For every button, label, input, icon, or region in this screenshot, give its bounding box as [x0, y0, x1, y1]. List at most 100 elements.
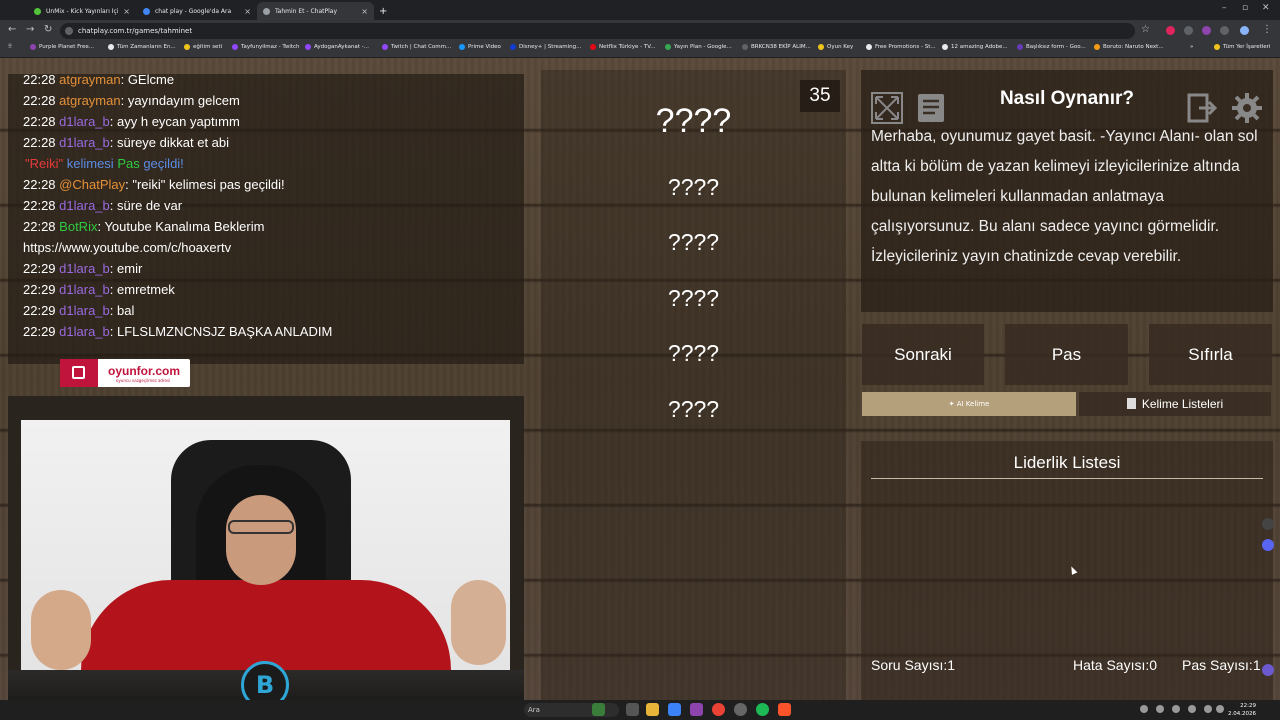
bookmark-item[interactable]: Free Promotions - St... — [866, 44, 936, 50]
chat-message: 22:29 d1lara_b: bal — [23, 303, 135, 318]
pass-count: Pas Sayısı:1 — [1182, 657, 1261, 673]
more-bookmarks-icon[interactable]: » — [1190, 44, 1193, 50]
close-tab-icon[interactable]: × — [123, 7, 130, 16]
brave-icon[interactable] — [778, 703, 791, 716]
tray-icon[interactable] — [1156, 705, 1164, 713]
chat-username: d1lara_b — [59, 114, 110, 129]
tab-title: UnMix - Kick Yayınları İçin Kelim — [46, 7, 119, 15]
tab-title: chat play - Google'da Ara — [155, 7, 232, 15]
spotify-icon[interactable] — [756, 703, 769, 716]
word-lists-button[interactable]: Kelime Listeleri — [1079, 392, 1271, 416]
address-bar[interactable]: chatplay.com.tr/games/tahminet — [60, 23, 1135, 39]
minimize-icon[interactable]: – — [1222, 3, 1227, 13]
bookmark-item[interactable]: Boruto: Naruto Next... — [1094, 44, 1164, 50]
bookmark-item[interactable]: Tayfunyilmaz - Twitch — [232, 44, 300, 50]
bookmark-item[interactable]: Tüm Zamanların En... — [108, 44, 176, 50]
streamer-hand — [451, 580, 506, 665]
bookmark-item[interactable]: eğitim seti — [184, 44, 222, 50]
chat-username: d1lara_b — [59, 282, 110, 297]
pass-button[interactable]: Pas — [1005, 324, 1128, 385]
tray-chevron-icon[interactable] — [1140, 705, 1148, 713]
streamer-shirt — [81, 580, 451, 670]
file-explorer-icon[interactable] — [646, 703, 659, 716]
forward-icon[interactable]: → — [26, 24, 34, 35]
site-info-icon[interactable] — [65, 27, 73, 35]
extension-icon[interactable] — [1184, 26, 1193, 35]
edge-icon[interactable] — [668, 703, 681, 716]
chat-message: 22:28 atgrayman: GElcme — [23, 72, 175, 87]
chat-message: 22:28 @ChatPlay: "reiki" kelimesi pas ge… — [23, 177, 285, 192]
side-widget-icon[interactable] — [1262, 664, 1274, 676]
chat-message: 22:28 d1lara_b: süre de var — [23, 198, 183, 213]
network-icon[interactable] — [1204, 705, 1212, 713]
browser-tab-active[interactable]: Tahmin Et - ChatPlay × — [257, 2, 374, 20]
bookmark-item[interactable]: Başlıksız form - Goo... — [1017, 44, 1086, 50]
back-icon[interactable]: ← — [8, 24, 16, 35]
ai-word-button[interactable]: ✦ AI Kelime — [862, 392, 1076, 416]
close-tab-icon[interactable]: × — [361, 7, 368, 16]
question-count: Soru Sayısı:1 — [871, 657, 956, 673]
close-window-icon[interactable]: ✕ — [1262, 3, 1270, 13]
bookmark-item[interactable]: 12 amazing Adobe... — [942, 44, 1008, 50]
discord-icon[interactable] — [1262, 539, 1274, 551]
volume-icon[interactable] — [1216, 705, 1224, 713]
new-tab-button[interactable]: + — [376, 2, 392, 20]
bookmark-item[interactable]: Prime Video — [459, 44, 501, 50]
browser-tab[interactable]: UnMix - Kick Yayınları İçin Kelim × — [28, 2, 136, 20]
browser-tab[interactable]: chat play - Google'da Ara × — [137, 2, 257, 20]
chat-username: atgrayman — [59, 72, 121, 87]
streamer-glasses — [228, 520, 294, 534]
bookmark-icon — [866, 44, 872, 50]
next-button[interactable]: Sonraki — [862, 324, 984, 385]
taskbar-widget-icon[interactable] — [592, 703, 605, 716]
sponsor-banner: oyunfor.com oyuncu vazgeçilmez adresi — [60, 359, 190, 387]
extension-icon[interactable] — [1202, 26, 1211, 35]
chat-message: 22:29 d1lara_b: LFLSLMZNCNSJZ BAŞKA ANLA… — [23, 324, 333, 339]
bookmark-item[interactable]: BRKCN38 EKİP ALIM... — [742, 44, 811, 50]
game-page: 22:28 atgrayman: GElcme 22:28 atgrayman:… — [0, 58, 1280, 709]
bookmark-item[interactable]: Netflix Türkiye - TV... — [590, 44, 656, 50]
prime-icon — [459, 44, 465, 50]
extensions-puzzle-icon[interactable] — [1220, 26, 1229, 35]
list-icon — [1126, 398, 1136, 409]
stream-chat: 22:28 atgrayman: GElcme 22:28 atgrayman:… — [8, 72, 524, 364]
bookmark-star-icon[interactable]: ☆ — [1141, 24, 1150, 35]
apps-grid-icon[interactable]: ⠿ — [8, 44, 12, 50]
tray-icon[interactable] — [1188, 705, 1196, 713]
countdown-timer: 35 — [800, 80, 840, 112]
taskbar-clock[interactable]: 22:29 2.04.2026 — [1228, 702, 1256, 718]
menu-dots-icon[interactable]: ⋮ — [1262, 24, 1272, 35]
chat-message: 22:29 d1lara_b: emir — [23, 261, 143, 276]
task-view-icon[interactable] — [626, 703, 639, 716]
error-count: Hata Sayısı:0 — [1073, 657, 1158, 673]
close-tab-icon[interactable]: × — [244, 7, 251, 16]
word-panel: ???? ???? ???? ???? ???? ???? — [541, 70, 846, 700]
side-tool-icon[interactable] — [1262, 518, 1274, 530]
bookmark-item[interactable]: Purple Planet Free... — [30, 44, 94, 50]
forbidden-word: ???? — [667, 396, 720, 422]
divider — [871, 478, 1263, 479]
forbidden-word: ???? — [667, 340, 720, 366]
chat-system-message: "Reiki" kelimesi Pas geçildi! — [25, 156, 184, 171]
reload-icon[interactable]: ↻ — [44, 24, 52, 35]
bookmark-icon — [942, 44, 948, 50]
settings-gear-icon[interactable] — [1231, 92, 1263, 124]
twitch-icon — [382, 44, 388, 50]
disney-icon — [510, 44, 516, 50]
bookmark-item[interactable]: Disney+ | Streaming... — [510, 44, 581, 50]
profile-avatar[interactable] — [1240, 26, 1249, 35]
all-bookmarks[interactable]: Tüm Yer İşaretleri — [1214, 44, 1270, 50]
tray-icon[interactable] — [1172, 705, 1180, 713]
logout-icon[interactable] — [1187, 92, 1219, 124]
obs-icon[interactable] — [734, 703, 747, 716]
maximize-icon[interactable]: ▫ — [1242, 3, 1248, 13]
app-icon[interactable] — [690, 703, 703, 716]
bookmark-item[interactable]: AydoganAykanat -... — [305, 44, 369, 50]
reset-button[interactable]: Sıfırla — [1149, 324, 1272, 385]
bookmark-item[interactable]: Yayın Plan - Google... — [665, 44, 732, 50]
bookmark-item[interactable]: Twitch | Chat Comm... — [382, 44, 451, 50]
extension-icon[interactable] — [1166, 26, 1175, 35]
chrome-icon[interactable] — [712, 703, 725, 716]
how-to-play-panel: Nasıl Oynanır? Merhaba, oyunumuz gayet b… — [861, 70, 1273, 312]
bookmark-item[interactable]: Oyun Key — [818, 44, 853, 50]
